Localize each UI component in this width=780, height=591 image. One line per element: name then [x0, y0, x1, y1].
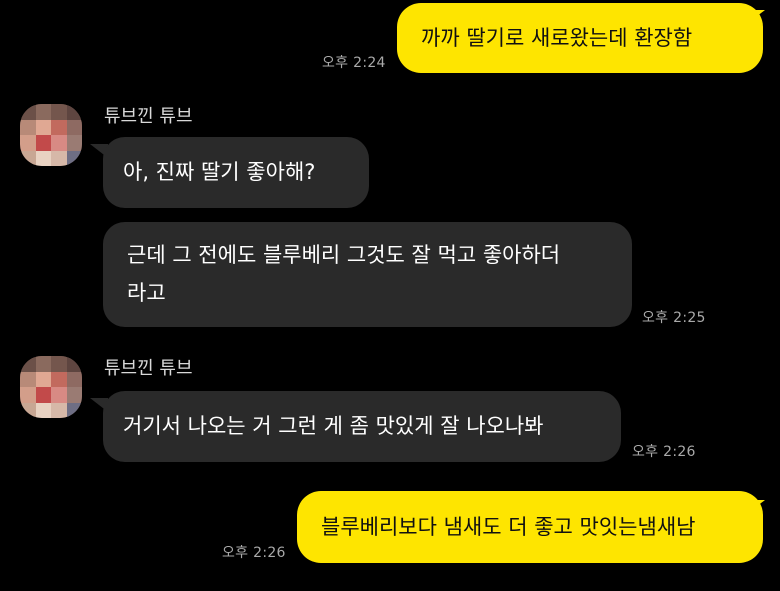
message-timestamp: 오후 2:26: [222, 545, 286, 561]
message-text: 거기서 나오는 거 그런 게 좀 맛있게 잘 나오나봐: [123, 414, 544, 438]
pixelated-avatar-icon: [20, 104, 82, 166]
sender-avatar[interactable]: [20, 104, 82, 166]
my-message-bubble[interactable]: 까까 딸기로 새로왔는데 환장함: [397, 3, 763, 73]
message-text: 아, 진짜 딸기 좋아해?: [123, 160, 316, 184]
message-timestamp: 오후 2:24: [322, 55, 386, 71]
message-timestamp: 오후 2:26: [632, 444, 696, 460]
message-timestamp: 오후 2:25: [642, 310, 706, 326]
my-message-bubble[interactable]: 블루베리보다 냄새도 더 좋고 맛잇는냄새남: [297, 491, 763, 563]
pixelated-avatar-icon: [20, 356, 82, 418]
message-text-line: 근데 그 전에도 블루베리 그것도 잘 먹고 좋아하더: [127, 243, 561, 267]
other-message-bubble[interactable]: 아, 진짜 딸기 좋아해?: [103, 137, 369, 208]
chat-window: 오후 2:24 까까 딸기로 새로왔는데 환장함 튜브낀 튜브 아, 진짜 딸기…: [0, 0, 780, 591]
sender-name: 튜브낀 튜브: [104, 358, 193, 379]
other-message-bubble[interactable]: 거기서 나오는 거 그런 게 좀 맛있게 잘 나오나봐: [103, 391, 621, 462]
sender-avatar[interactable]: [20, 356, 82, 418]
message-text: 블루베리보다 냄새도 더 좋고 맛잇는냄새남: [321, 515, 696, 539]
message-text: 까까 딸기로 새로왔는데 환장함: [421, 26, 693, 50]
sender-name: 튜브낀 튜브: [104, 106, 193, 127]
other-message-bubble[interactable]: 근데 그 전에도 블루베리 그것도 잘 먹고 좋아하더 라고: [103, 222, 632, 327]
message-text-line: 라고: [127, 281, 166, 305]
